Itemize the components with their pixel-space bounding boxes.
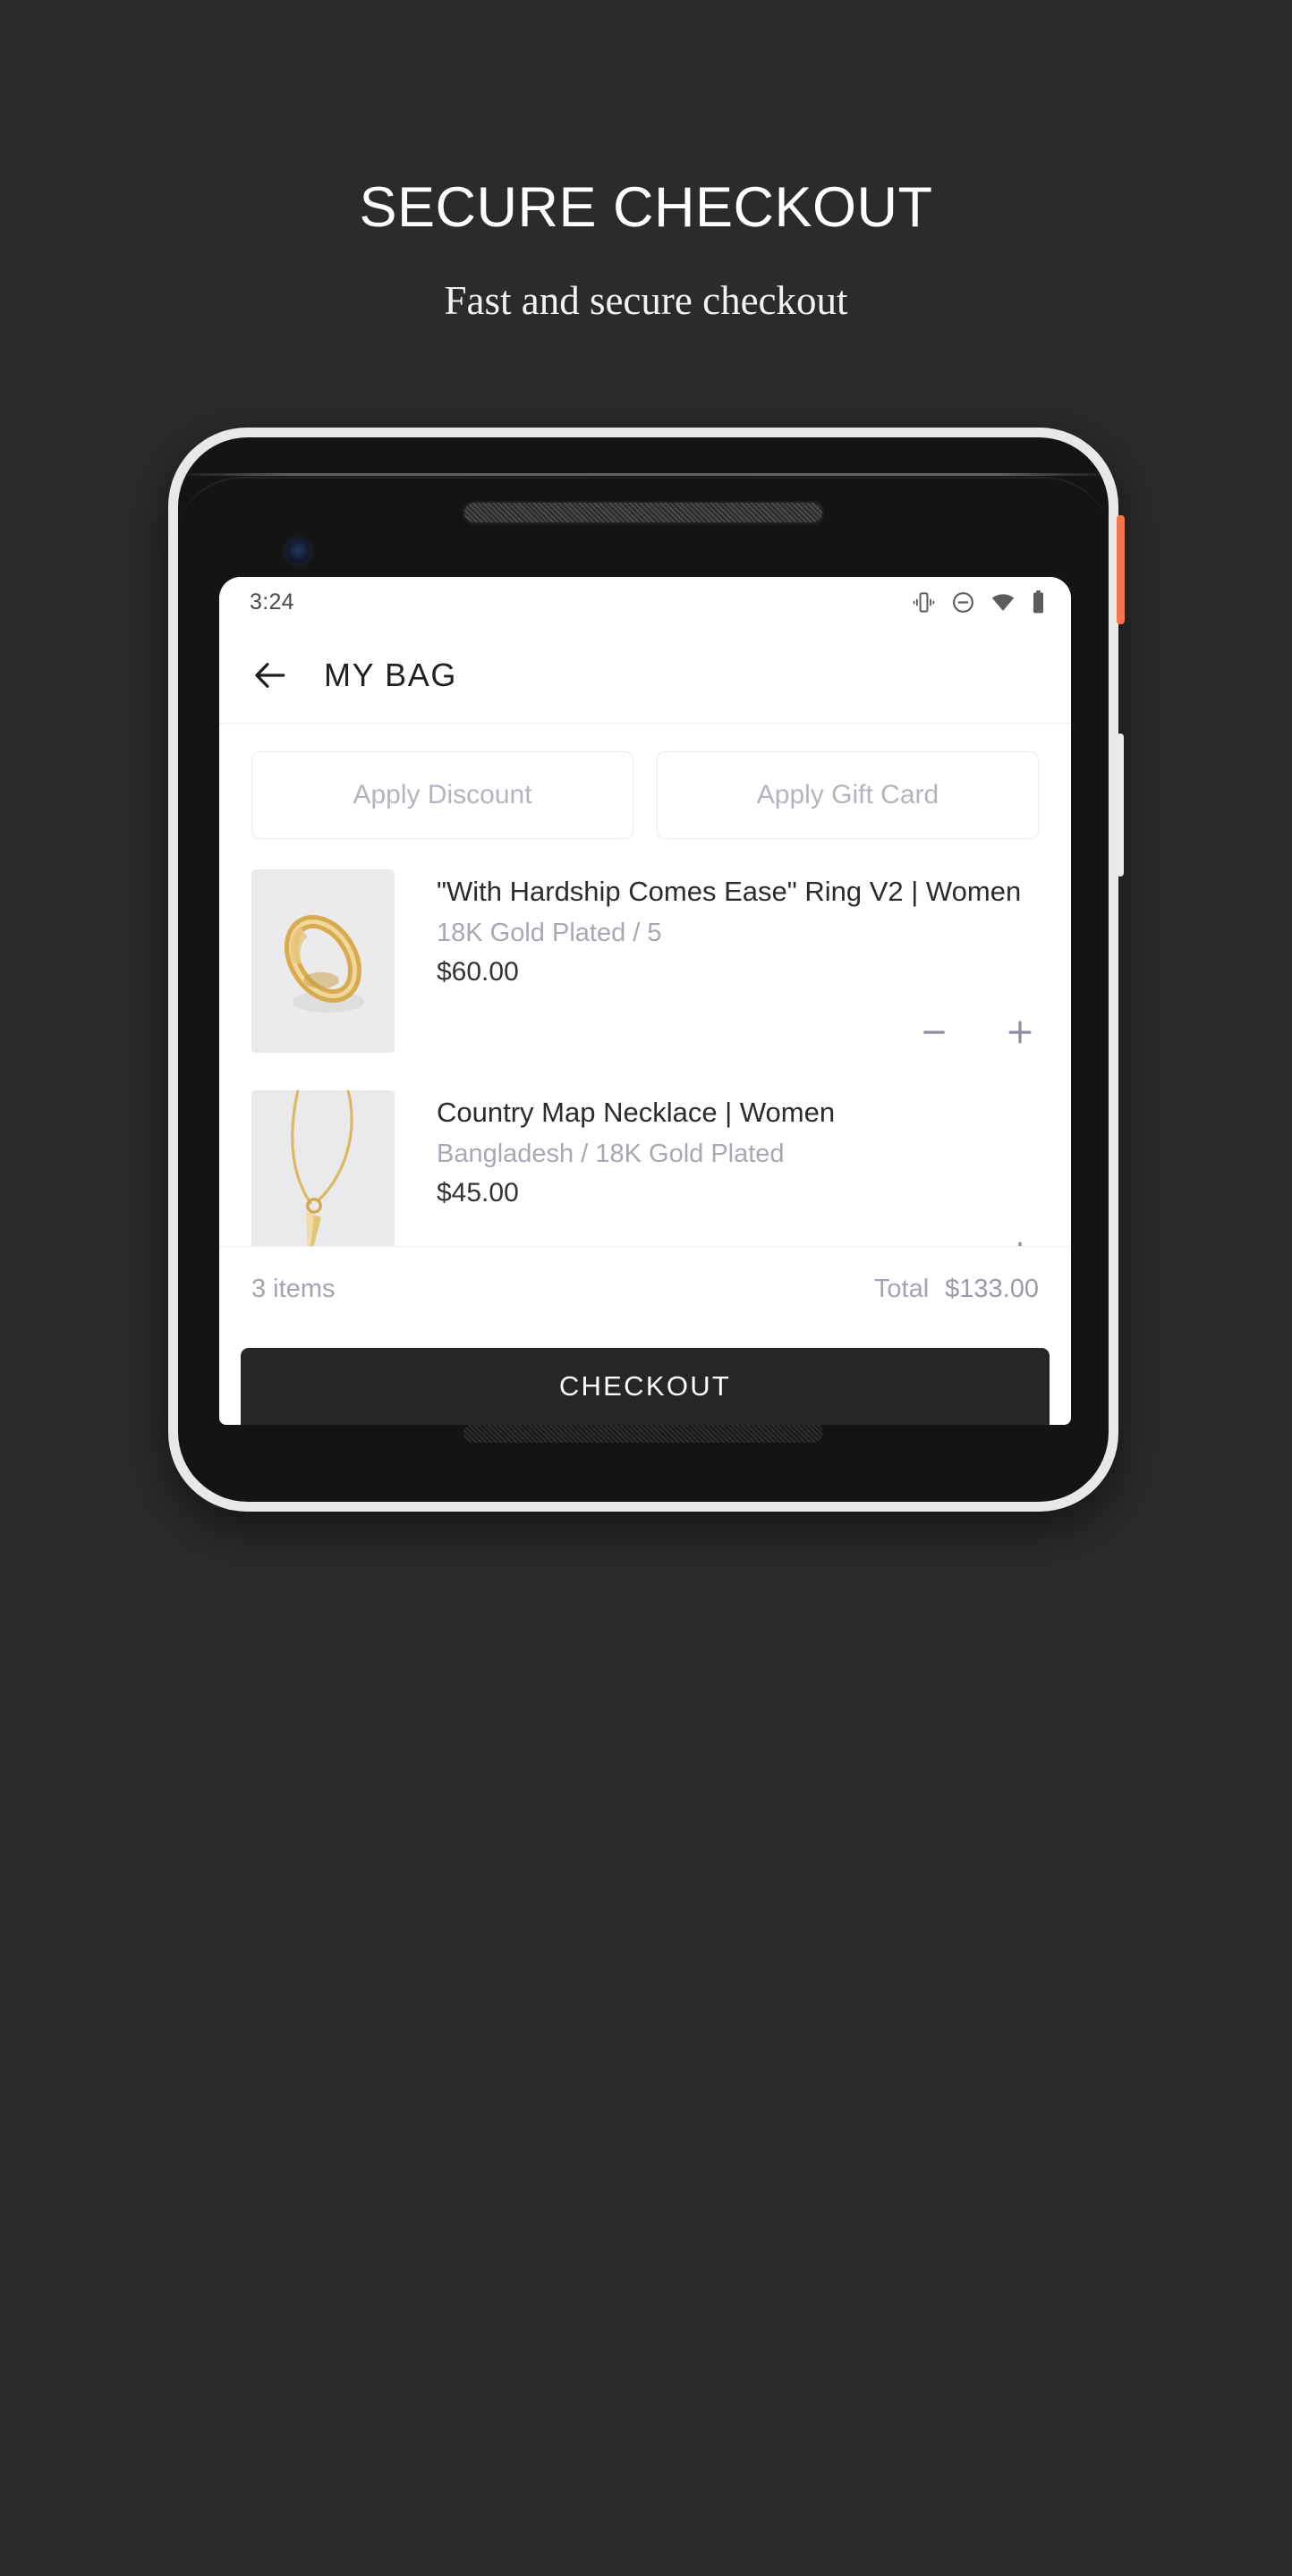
- total-group: Total $133.00: [874, 1275, 1039, 1304]
- wifi-icon: [990, 589, 1016, 614]
- product-variant: Bangladesh / 18K Gold Plated: [437, 1140, 785, 1168]
- necklace-thumbnail[interactable]: [251, 1090, 395, 1246]
- product-title: Country Map Necklace | Women: [437, 1097, 836, 1128]
- voucher-row: Apply Discount Apply Gift Card: [219, 724, 1071, 839]
- product-title: "With Hardship Comes Ease" Ring V2 | Wom…: [437, 876, 1022, 907]
- product-variant: 18K Gold Plated / 5: [437, 919, 662, 947]
- summary-bar: 3 items Total $133.00: [219, 1246, 1071, 1332]
- product-price: $60.00: [437, 957, 519, 987]
- phone-mockup: 3:24 MY BAG Apply Discount Apply Gift Ca…: [168, 428, 1125, 1512]
- plus-icon[interactable]: [1001, 1013, 1039, 1051]
- minus-icon[interactable]: [915, 1234, 953, 1246]
- volume-button[interactable]: [1117, 733, 1124, 877]
- arrow-left-icon[interactable]: [251, 657, 289, 694]
- battery-icon: [1031, 589, 1046, 614]
- item-count-label: 3 items: [251, 1275, 336, 1303]
- total-label: Total: [873, 1275, 930, 1303]
- product-list: "With Hardship Comes Ease" Ring V2 | Wom…: [219, 839, 1071, 1246]
- app-bar: MY BAG: [219, 627, 1071, 724]
- front-camera-icon: [286, 539, 310, 564]
- product-info: Country Map Necklace | Women Bangladesh …: [395, 1090, 1039, 1246]
- plus-icon[interactable]: [1001, 1234, 1039, 1246]
- do-not-disturb-icon: [951, 590, 975, 614]
- quantity-stepper: [915, 1013, 1039, 1051]
- app-screen: 3:24 MY BAG Apply Discount Apply Gift Ca…: [219, 577, 1071, 1425]
- power-button[interactable]: [1117, 515, 1125, 624]
- checkout-bar: CHECKOUT: [219, 1332, 1071, 1425]
- status-icon-group: [912, 589, 1046, 614]
- page-title: MY BAG: [324, 656, 457, 693]
- minus-icon[interactable]: [915, 1013, 953, 1051]
- promo-title: SECURE CHECKOUT: [359, 176, 933, 239]
- bag-content[interactable]: Apply Discount Apply Gift Card "With Har…: [219, 724, 1071, 1246]
- apply-discount-button[interactable]: Apply Discount: [251, 751, 633, 839]
- vibrate-icon: [912, 590, 936, 614]
- total-value: $133.00: [945, 1275, 1039, 1303]
- quantity-stepper: [915, 1234, 1039, 1246]
- status-clock: 3:24: [250, 589, 294, 614]
- list-item[interactable]: "With Hardship Comes Ease" Ring V2 | Wom…: [219, 869, 1071, 1053]
- apply-gift-card-button[interactable]: Apply Gift Card: [657, 751, 1039, 839]
- ring-thumbnail[interactable]: [251, 869, 395, 1053]
- status-bar: 3:24: [219, 577, 1071, 627]
- phone-bezel-highlight: [178, 473, 1109, 476]
- promo-subtitle: Fast and secure checkout: [444, 278, 848, 323]
- phone-body: 3:24 MY BAG Apply Discount Apply Gift Ca…: [178, 437, 1109, 1502]
- promo-stage: SECURE CHECKOUT Fast and secure checkout…: [0, 0, 1292, 2576]
- speaker-grille-icon: [463, 501, 824, 524]
- product-price: $45.00: [437, 1178, 519, 1208]
- list-item[interactable]: Country Map Necklace | Women Bangladesh …: [219, 1090, 1071, 1246]
- checkout-button[interactable]: CHECKOUT: [241, 1348, 1050, 1425]
